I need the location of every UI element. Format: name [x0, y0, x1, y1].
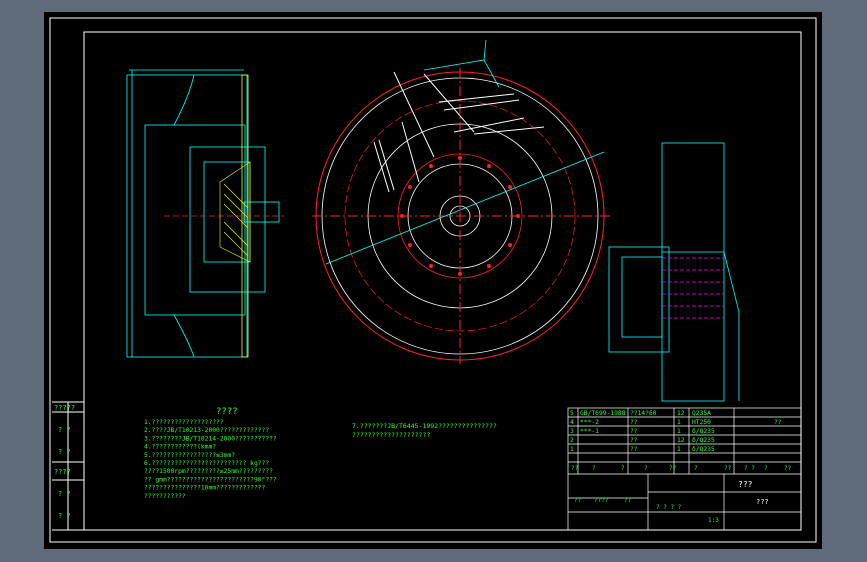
bom-cell-note: ??	[774, 419, 782, 426]
bom-cell-name: ??	[630, 446, 638, 453]
note-7: 7.???????JB/T6445-1992???????????????	[352, 422, 497, 430]
section-view	[126, 69, 284, 358]
bom-cell-no: 3	[570, 428, 574, 435]
note-line: 4.????????????(kmm?	[144, 444, 216, 451]
bom-header-cell: ?	[592, 465, 596, 472]
hub-hatch	[219, 161, 251, 263]
bom-cell-qty: 1	[677, 419, 681, 426]
bom-header-cell: ?	[764, 465, 768, 472]
strip-label-5: ? ?	[58, 512, 71, 520]
strip-label-4: ? ?	[58, 490, 71, 498]
left-strip: ????? ? ? ? ? ???? ? ? ? ?	[52, 401, 84, 531]
bom-cell-name: ??	[630, 437, 638, 444]
note-line: ???????????	[144, 493, 186, 500]
note-7b: ????????????????????	[352, 431, 430, 439]
bom-header-cell: ??	[784, 465, 792, 472]
note-line: 1.???????????????????	[144, 419, 224, 426]
sign-label-2: ??	[624, 497, 632, 504]
note-line: ?? gmm???????????????????????90°???	[144, 475, 277, 483]
bom-cell-qty: 12	[677, 437, 685, 444]
bom-cell-no: 2	[570, 437, 574, 444]
bom-cell-material: Q235A	[692, 410, 711, 417]
bom-cell-no: 4	[570, 419, 574, 426]
bom-cell-code: ***-1	[580, 428, 599, 435]
sign-label-0: ??	[574, 497, 582, 504]
note-line: ????1500rpm?????????≤25mm?????????	[144, 468, 273, 475]
bom-header-cell: ? ?	[744, 465, 755, 472]
drawing-number: ???	[756, 498, 769, 506]
strip-label-1: ? ?	[58, 426, 71, 434]
bom-header-cell: ??	[669, 465, 677, 472]
note-line: 5.?????????????????≤3mm?	[144, 452, 235, 459]
bom-cell-code: GB/T699-1988	[580, 410, 626, 417]
bom-cell-code: ***-2	[580, 419, 599, 426]
bom-cell-qty: 1	[677, 446, 681, 453]
technical-notes: ???? 1.???????????????????2.????JB/T1021…	[144, 407, 497, 500]
drawing-title: ???	[738, 480, 753, 489]
bom-cell-no: 5	[570, 410, 574, 417]
bom-cell-material: δ/Q235	[692, 428, 715, 435]
bom-cell-qty: 12	[677, 410, 685, 417]
bom-header-cell: ??	[571, 465, 579, 472]
strip-label-2: ? ?	[58, 448, 71, 456]
bom-header-cell: ?	[694, 465, 698, 472]
drawing-canvas[interactable]: ????? ? ? ? ? ???? ? ? ? ? ???? 1.??????…	[44, 12, 822, 549]
bom-header-cell: ?	[644, 465, 648, 472]
bom-cell-name: ??14?60	[630, 410, 657, 417]
bom-cell-material: HT250	[692, 419, 711, 426]
note-line: 2.????JB/T10213-2000?????????????	[144, 427, 269, 434]
note-line: 6.????????????????????????? kg???	[144, 460, 269, 467]
bom-cell-no: 1	[570, 446, 574, 453]
scale-labels: ? ? ? ?	[656, 504, 682, 511]
bom-cell-name: ??	[630, 428, 638, 435]
bom-cell-material: δ/Q235	[692, 437, 715, 444]
sign-label-1: ????	[594, 497, 609, 504]
strip-label-3: ????	[54, 468, 71, 476]
bom-cell-material: δ/Q235	[692, 446, 715, 453]
bom-cell-qty: 1	[677, 428, 681, 435]
bom-table: 5 GB/T699-1988 ??14?60 12 Q235A4 ***-2?? 1 HT25…	[570, 410, 792, 472]
bom-cell-name: ??	[630, 419, 638, 426]
cad-drawing: ????? ? ? ? ? ???? ? ? ? ? ???? 1.??????…	[49, 17, 817, 543]
bom-header-cell: ?	[621, 465, 625, 472]
bom-header-cell: ??	[724, 465, 732, 472]
strip-label-0: ?????	[54, 404, 75, 412]
impeller-front-view	[312, 39, 610, 364]
note-line: 3.????????JB/T10214-2000???????????	[144, 435, 277, 442]
note-line: ???????????????10mm?????????????	[144, 485, 266, 492]
notes-title: ????	[216, 407, 238, 417]
side-view	[608, 142, 740, 402]
sheet-scale: 1:3	[708, 517, 719, 524]
